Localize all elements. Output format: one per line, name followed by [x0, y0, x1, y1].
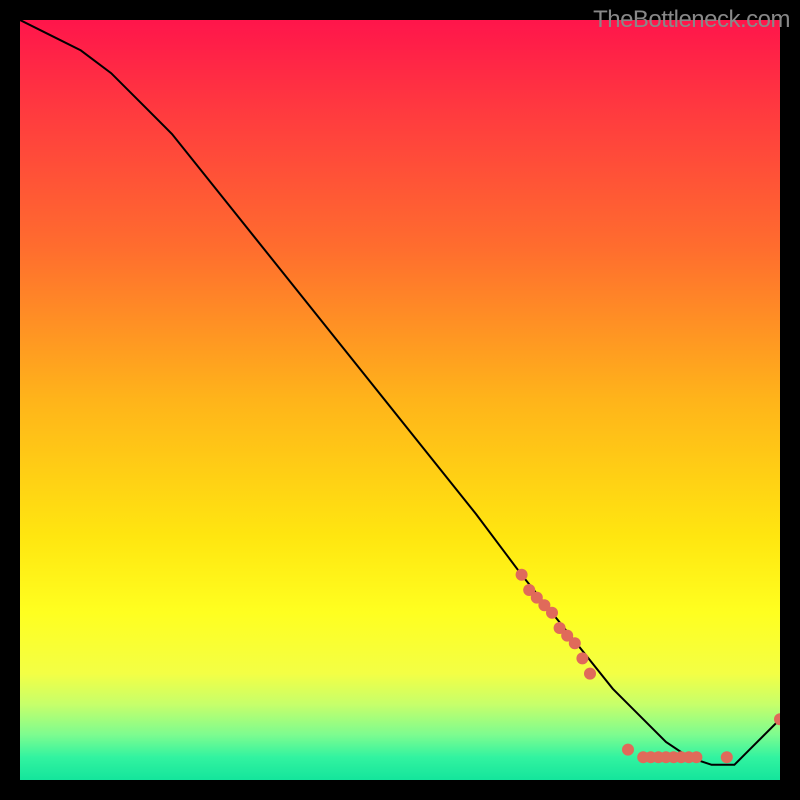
marker-group [516, 569, 780, 763]
plot-area [20, 20, 780, 780]
bottleneck-curve [20, 20, 780, 765]
marker-dot [721, 751, 733, 763]
marker-dot [516, 569, 528, 581]
marker-dot [622, 744, 634, 756]
chart-root: TheBottleneck.com [0, 0, 800, 800]
marker-dot [576, 652, 588, 664]
plot-svg [20, 20, 780, 780]
marker-dot [546, 607, 558, 619]
marker-dot [690, 751, 702, 763]
watermark-text: TheBottleneck.com [593, 6, 790, 34]
marker-dot [584, 668, 596, 680]
marker-dot [569, 637, 581, 649]
